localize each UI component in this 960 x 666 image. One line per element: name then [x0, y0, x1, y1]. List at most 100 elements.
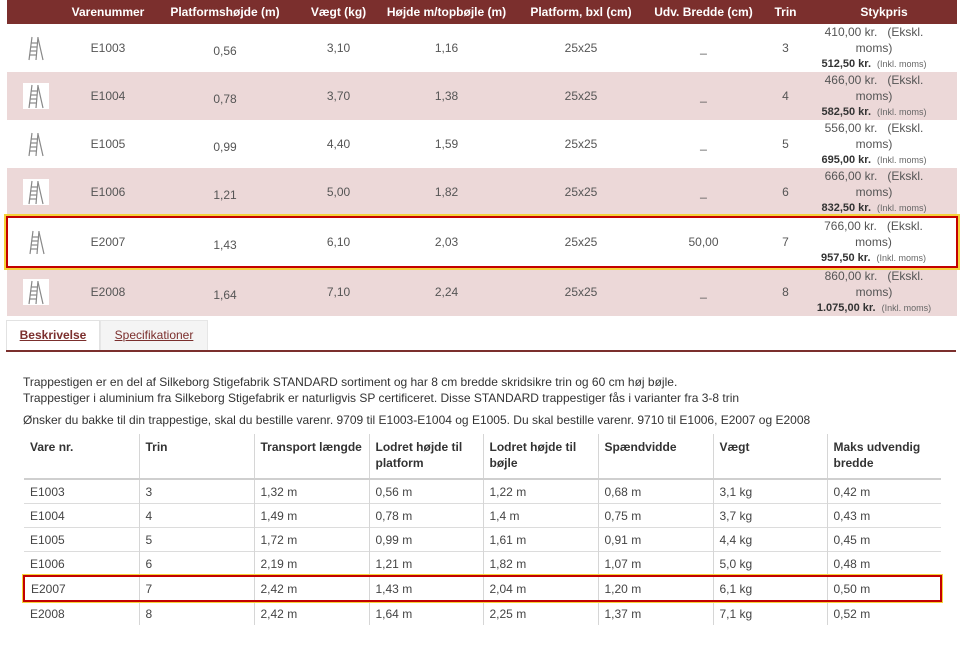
spec-cell: 1,61 m [482, 527, 598, 552]
cell-platformshojde: 0,99 [213, 140, 237, 154]
cell-varenummer: E1006 [90, 185, 126, 199]
spec-row: E1004 4 1,49 m 0,78 m 1,4 m 0,75 m 3,7 kg 0,43 … [24, 503, 941, 528]
spec-cell: 1,37 m [597, 600, 713, 625]
cell-vaegt: 3,10 [326, 41, 351, 55]
cell-trin: 7 [760, 216, 811, 268]
spec-cell: 1,22 m [482, 478, 598, 504]
spec-cell: 1,07 m [597, 551, 713, 576]
product-table-header: Varenummer Platformshøjde (m) Vægt (kg) … [7, 0, 957, 24]
product-row-e2007[interactable]: E2007 1,43 6,10 2,03 25x25 50,00 7 766,00 kr. (… [4, 214, 960, 270]
cell-platform: 25x25 [564, 185, 598, 199]
cell-trin: 8 [782, 285, 789, 299]
cell-udv-bredde: _ [700, 89, 707, 103]
spec-row: E1005 5 1,72 m 0,99 m 1,61 m 0,91 m 4,4 kg 0,45… [24, 527, 941, 552]
description-line-3: Ønsker du bakke til din trappestige, ska… [23, 413, 811, 427]
header-platformshojde: Platformshøjde (m) [170, 5, 280, 19]
spec-cell: 8 [138, 600, 254, 625]
spec-header-7: Maks udvendig bredde [826, 434, 941, 480]
price-inkl-moms: 695,00 kr. [821, 154, 872, 166]
description-line-1: Trappestigen er en del af Silkeborg Stig… [23, 375, 678, 389]
product-thumb-cell[interactable] [6, 216, 65, 268]
ladder-icon[interactable] [23, 179, 49, 205]
spec-cell: 1,4 m [482, 503, 598, 528]
ladder-icon[interactable] [23, 131, 49, 157]
cell-udv-bredde: _ [700, 285, 707, 299]
spec-cell: 5,0 kg [712, 551, 827, 576]
spec-cell: 6 [138, 551, 254, 576]
spec-cell: 0,45 m [826, 527, 941, 552]
spec-table: Vare nr. Trin Transport længde Lodret højde… [22, 434, 943, 625]
tab-bar: Beskrivelse Specifikationer [6, 320, 956, 352]
header-varenummer: Varenummer [71, 5, 145, 19]
description-line-2: Trappestiger i aluminium fra Silkeborg S… [23, 391, 740, 405]
price-ex-moms: 666,00 kr. [824, 169, 878, 183]
cell-varenummer: E2007 [65, 216, 151, 268]
spec-cell: E1003 [24, 478, 139, 504]
header-platform: Platform, bxl (cm) [530, 5, 632, 19]
spec-header-2: Transport længde [253, 434, 369, 480]
product-thumb-cell[interactable] [7, 267, 65, 316]
product-row-e1003[interactable]: E1003 0,56 3,10 1,16 25x25 _ 3 410,00 kr. (Eksk… [7, 24, 957, 72]
price-ex-moms: 466,00 kr. [824, 73, 878, 87]
spec-cell: 1,43 m [368, 575, 483, 602]
cell-platformshojde: 0,56 [213, 44, 237, 58]
cell-stykpris: 766,00 kr. (Ekskl. moms) 957,50 kr. (Inkl.… [811, 216, 958, 268]
ladder-icon[interactable] [23, 35, 49, 61]
spec-cell: 0,48 m [826, 551, 941, 576]
cell-platformshojde: 1,43 [151, 216, 299, 268]
spec-cell: E1006 [24, 551, 139, 576]
product-row-e1004[interactable]: E1004 0,78 3,70 1,38 25x25 _ 4 466,00 kr. (Eksk… [7, 72, 957, 120]
ladder-icon[interactable] [23, 229, 50, 255]
spec-row: E2008 8 2,42 m 1,64 m 2,25 m 1,37 m 7,1 kg 0,52… [24, 600, 941, 625]
spec-cell: 0,68 m [597, 478, 713, 504]
cell-platform: 25x25 [564, 137, 598, 151]
cell-trin: 4 [782, 89, 789, 103]
product-thumb-cell[interactable] [7, 24, 65, 72]
inkl-moms-label: (Inkl. moms) [881, 303, 932, 313]
spec-cell: 4,4 kg [712, 527, 827, 552]
spec-header-5: Spændvidde [597, 434, 713, 480]
tab-beskrivelse[interactable]: Beskrivelse [6, 320, 100, 350]
cell-hojde: 2,24 [434, 285, 459, 299]
product-thumb-cell[interactable] [7, 120, 65, 168]
price-ex-moms: 766,00 kr. [824, 219, 877, 233]
spec-cell: 1,21 m [368, 551, 483, 576]
spec-header-1: Trin [138, 434, 254, 480]
product-row-e1006[interactable]: E1006 1,21 5,00 1,82 25x25 _ 6 666,00 kr. (Eksk… [7, 168, 957, 217]
spec-cell: 3,7 kg [712, 503, 827, 528]
cell-hojde: 1,38 [434, 89, 459, 103]
spec-row: E2007 7 2,42 m 1,43 m 2,04 m 1,20 m 6,1 kg 0,50… [22, 574, 943, 603]
spec-cell: 1,64 m [368, 600, 483, 625]
cell-stykpris: 666,00 kr. (Ekskl. moms) 832,50 kr. (Inkl.… [811, 168, 957, 217]
product-thumb-cell[interactable] [7, 72, 65, 120]
cell-stykpris: 556,00 kr. (Ekskl. moms) 695,00 kr. (Inkl.… [811, 120, 957, 168]
price-ex-moms: 860,00 kr. [824, 269, 878, 283]
cell-vaegt: 3,70 [326, 89, 351, 103]
price-inkl-moms: 832,50 kr. [821, 202, 872, 214]
inkl-moms-label: (Inkl. moms) [877, 59, 927, 69]
inkl-moms-label: (Inkl. moms) [877, 107, 927, 117]
product-row-e2008[interactable]: E2008 1,64 7,10 2,24 25x25 _ 8 860,00 kr. (Eksk… [7, 267, 957, 316]
price-inkl-moms: 582,50 kr. [821, 106, 872, 118]
product-row-e1005[interactable]: E1005 0,99 4,40 1,59 25x25 _ 5 556,00 kr. (Eksk… [7, 120, 957, 168]
product-variant-table: Varenummer Platformshøjde (m) Vægt (kg) … [4, 0, 960, 316]
spec-cell: 0,42 m [826, 478, 941, 504]
cell-platformshojde: 1,64 [213, 288, 237, 302]
cell-trin: 5 [782, 137, 789, 151]
ladder-icon[interactable] [23, 83, 49, 109]
ladder-icon[interactable] [23, 279, 49, 305]
cell-platform: 25x25 [564, 89, 598, 103]
cell-hojde: 1,82 [434, 185, 459, 199]
spec-cell: 0,91 m [597, 527, 713, 552]
spec-cell: 0,56 m [368, 478, 483, 504]
spec-cell: 1,32 m [253, 478, 369, 504]
header-trin: Trin [774, 5, 797, 19]
spec-cell: 2,04 m [482, 575, 598, 602]
spec-cell: 5 [138, 527, 254, 552]
product-thumb-cell[interactable] [7, 168, 65, 217]
tab-specifikationer[interactable]: Specifikationer [100, 320, 208, 350]
product-table: Varenummer Platformshøjde (m) Vægt (kg) … [4, 0, 960, 316]
inkl-moms-label: (Inkl. moms) [876, 253, 927, 263]
spec-table-wrap: Vare nr. Trin Transport længde Lodret højde… [22, 434, 943, 625]
cell-vaegt: 6,10 [299, 216, 378, 268]
